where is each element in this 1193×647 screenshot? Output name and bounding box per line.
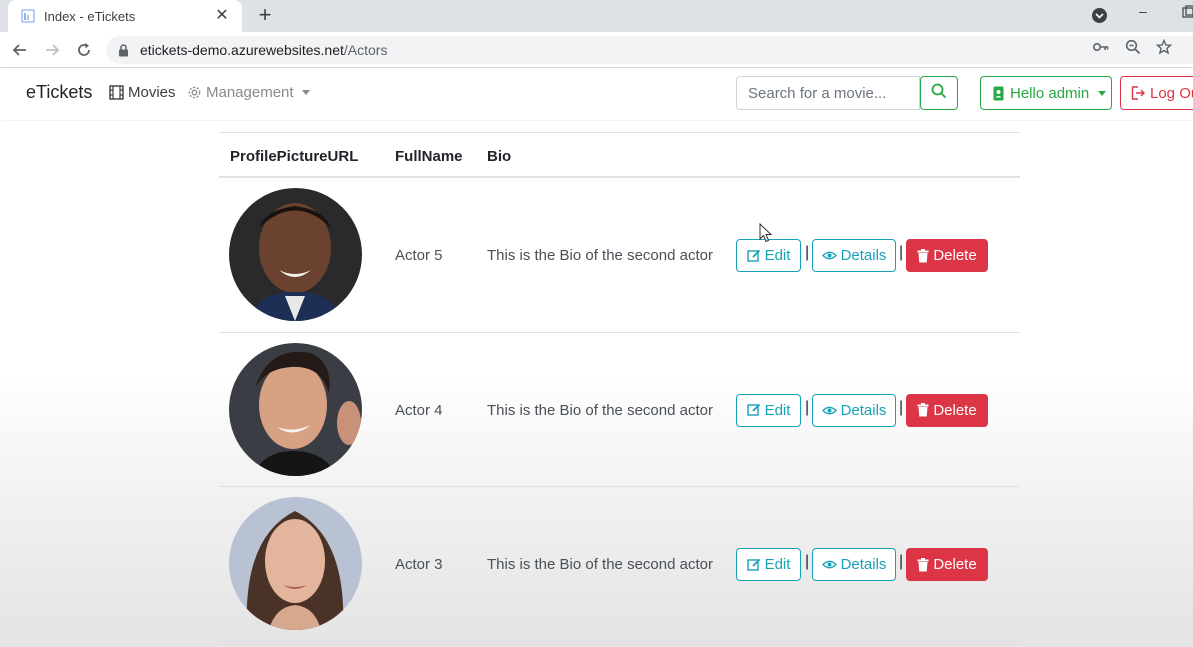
nav-management-label: Management bbox=[206, 84, 294, 101]
lock-icon bbox=[118, 43, 130, 57]
search-icon bbox=[931, 83, 947, 104]
user-dropdown-button[interactable]: Hello admin bbox=[980, 76, 1112, 110]
url-path: /Actors bbox=[343, 42, 388, 58]
eye-icon bbox=[821, 405, 837, 416]
brand-link[interactable]: eTickets bbox=[26, 82, 92, 103]
browser-toolbar: etickets-demo.azurewebsites.net/Actors bbox=[0, 32, 1193, 68]
table-header: ProfilePictureURL FullName Bio bbox=[219, 133, 1020, 178]
actor-avatar bbox=[229, 342, 362, 476]
edit-label: Edit bbox=[764, 247, 791, 264]
action-separator: | bbox=[805, 244, 810, 261]
nav-movies-label: Movies bbox=[128, 84, 176, 101]
sign-out-icon bbox=[1131, 86, 1146, 100]
chevron-down-icon bbox=[1098, 90, 1107, 96]
edit-button[interactable]: Edit bbox=[736, 548, 801, 581]
bookmark-star-icon[interactable] bbox=[1155, 38, 1173, 56]
url-host: etickets-demo.azurewebsites.net bbox=[140, 42, 344, 58]
nav-management-dropdown[interactable]: Management bbox=[187, 84, 310, 101]
delete-button[interactable]: Delete bbox=[906, 393, 988, 427]
eye-icon bbox=[821, 250, 837, 261]
browser-tab[interactable]: Index - eTickets ✕ bbox=[8, 0, 242, 32]
logout-button[interactable]: Log Ou bbox=[1120, 76, 1193, 110]
actor-bio: This is the Bio of the second actor bbox=[487, 247, 713, 264]
new-tab-icon[interactable]: + bbox=[253, 4, 277, 28]
actor-bio: This is the Bio of the second actor bbox=[487, 556, 713, 573]
header-profile-picture: ProfilePictureURL bbox=[230, 148, 359, 165]
action-separator: | bbox=[805, 398, 810, 416]
nav-movies[interactable]: Movies bbox=[109, 84, 176, 101]
search-input[interactable] bbox=[736, 76, 920, 110]
hello-label: Hello admin bbox=[1010, 84, 1090, 102]
header-full-name: FullName bbox=[395, 148, 463, 165]
delete-label: Delete bbox=[933, 247, 977, 264]
tab-search-icon[interactable] bbox=[1091, 7, 1108, 24]
details-label: Details bbox=[840, 401, 887, 419]
film-icon bbox=[109, 85, 124, 100]
back-icon[interactable] bbox=[8, 38, 32, 62]
address-bar[interactable]: etickets-demo.azurewebsites.net/Actors bbox=[106, 36, 1193, 64]
details-button[interactable]: Details bbox=[812, 393, 896, 427]
edit-button[interactable]: Edit bbox=[736, 239, 801, 272]
actor-bio: This is the Bio of the second actor bbox=[487, 401, 713, 419]
action-separator: | bbox=[899, 398, 904, 416]
edit-icon bbox=[746, 403, 761, 417]
details-label: Details bbox=[840, 556, 887, 573]
details-button[interactable]: Details bbox=[812, 239, 896, 272]
delete-label: Delete bbox=[933, 556, 977, 573]
page-favicon-icon bbox=[20, 8, 36, 24]
action-separator: | bbox=[899, 553, 904, 570]
edit-icon bbox=[746, 249, 761, 263]
actors-table: ProfilePictureURL FullName Bio Actor 5 T… bbox=[219, 132, 1020, 642]
action-separator: | bbox=[899, 244, 904, 261]
minimize-icon[interactable]: – bbox=[1133, 4, 1153, 24]
actor-full-name: Actor 5 bbox=[395, 247, 443, 264]
browser-tabstrip: Index - eTickets ✕ + – bbox=[0, 0, 1193, 32]
edit-button[interactable]: Edit bbox=[736, 393, 801, 427]
table-row: Actor 3 This is the Bio of the second ac… bbox=[219, 487, 1020, 642]
gear-icon bbox=[187, 85, 202, 100]
actor-avatar bbox=[229, 188, 362, 321]
forward-icon[interactable] bbox=[40, 38, 64, 62]
edit-icon bbox=[746, 558, 761, 572]
zoom-icon[interactable] bbox=[1124, 38, 1142, 56]
edit-label: Edit bbox=[764, 556, 791, 573]
tab-title: Index - eTickets bbox=[44, 8, 136, 24]
tab-close-icon[interactable]: ✕ bbox=[212, 6, 232, 26]
trash-icon bbox=[917, 403, 929, 417]
eye-icon bbox=[821, 559, 837, 570]
trash-icon bbox=[917, 248, 929, 263]
key-icon[interactable] bbox=[1092, 38, 1110, 56]
trash-icon bbox=[917, 557, 929, 572]
edit-label: Edit bbox=[764, 401, 791, 419]
user-badge-icon bbox=[993, 86, 1004, 101]
actor-avatar bbox=[229, 497, 362, 630]
details-label: Details bbox=[840, 247, 887, 264]
restore-icon[interactable] bbox=[1176, 4, 1193, 24]
table-row: Actor 5 This is the Bio of the second ac… bbox=[219, 178, 1020, 333]
delete-label: Delete bbox=[933, 401, 977, 419]
details-button[interactable]: Details bbox=[812, 548, 896, 581]
delete-button[interactable]: Delete bbox=[906, 548, 988, 581]
delete-button[interactable]: Delete bbox=[906, 239, 988, 272]
logout-label: Log Ou bbox=[1150, 84, 1193, 102]
chevron-down-icon bbox=[301, 90, 310, 95]
action-separator: | bbox=[805, 553, 810, 570]
table-row: Actor 4 This is the Bio of the second ac… bbox=[219, 333, 1020, 487]
header-bio: Bio bbox=[487, 148, 512, 165]
app-navbar: eTickets Movies Management Hello admin L… bbox=[0, 68, 1193, 120]
search-button[interactable] bbox=[920, 76, 958, 110]
actor-full-name: Actor 3 bbox=[395, 556, 443, 573]
actor-full-name: Actor 4 bbox=[395, 401, 443, 419]
reload-icon[interactable] bbox=[72, 38, 96, 62]
mouse-cursor-icon bbox=[759, 222, 773, 243]
